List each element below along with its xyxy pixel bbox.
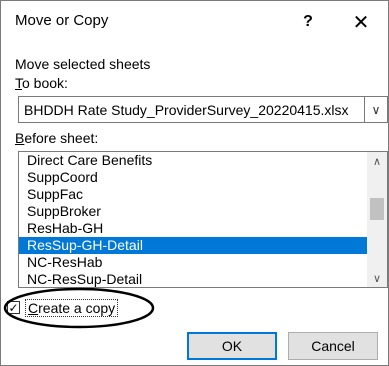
scroll-thumb[interactable] bbox=[370, 198, 384, 220]
dropdown-chevron-icon[interactable]: ∨ bbox=[364, 97, 387, 122]
vertical-scrollbar[interactable]: ∧ ∨ bbox=[367, 152, 387, 287]
scroll-up-icon[interactable]: ∧ bbox=[367, 152, 387, 170]
create-copy-checkbox[interactable]: ✓ bbox=[7, 301, 20, 314]
sheet-list-item[interactable]: NC-ResSup-Detail bbox=[19, 271, 367, 287]
to-book-hotkey: T bbox=[15, 75, 22, 91]
cancel-button[interactable]: Cancel bbox=[288, 332, 378, 360]
before-sheet-label: Before sheet: bbox=[15, 130, 98, 146]
before-sheet-hotkey: B bbox=[15, 130, 25, 146]
scroll-down-icon[interactable]: ∨ bbox=[367, 269, 387, 287]
sheet-list-item[interactable]: SuppBroker bbox=[19, 203, 367, 220]
move-or-copy-dialog: Move or Copy ? ✕ Move selected sheets To… bbox=[0, 0, 389, 366]
ok-button[interactable]: OK bbox=[187, 332, 277, 360]
before-sheet-label-text: efore sheet: bbox=[24, 130, 99, 146]
sheet-list-item[interactable]: ResHab-GH bbox=[19, 220, 367, 237]
create-copy-hotkey: C bbox=[28, 300, 39, 316]
sheet-list: Direct Care Benefits SuppCoord SuppFac Supp… bbox=[19, 152, 367, 287]
sheet-list-item[interactable]: SuppCoord bbox=[19, 169, 367, 186]
to-book-label: To book: bbox=[15, 75, 68, 91]
sheet-list-item[interactable]: NC-ResHab bbox=[19, 254, 367, 271]
to-book-label-text: o book: bbox=[22, 75, 68, 91]
close-button[interactable]: ✕ bbox=[341, 7, 381, 37]
to-book-dropdown[interactable]: BHDDH Rate Study_ProviderSurvey_20220415… bbox=[18, 96, 388, 123]
dialog-title: Move or Copy bbox=[15, 12, 109, 29]
create-copy-label[interactable]: Create a copy bbox=[25, 299, 119, 317]
create-copy-label-text: reate a copy bbox=[38, 300, 116, 316]
sheet-list-item[interactable]: SuppFac bbox=[19, 186, 367, 203]
to-book-value: BHDDH Rate Study_ProviderSurvey_20220415… bbox=[24, 102, 349, 118]
move-selected-label: Move selected sheets bbox=[15, 56, 151, 72]
sheet-list-item[interactable]: Direct Care Benefits bbox=[19, 152, 367, 169]
help-button[interactable]: ? bbox=[288, 7, 328, 37]
before-sheet-listbox[interactable]: Direct Care Benefits SuppCoord SuppFac Supp… bbox=[18, 151, 388, 288]
title-bar: Move or Copy ? ✕ bbox=[1, 1, 388, 43]
sheet-list-item[interactable]: ResSup-GH-Detail bbox=[19, 237, 367, 254]
check-mark-icon: ✓ bbox=[8, 300, 19, 315]
